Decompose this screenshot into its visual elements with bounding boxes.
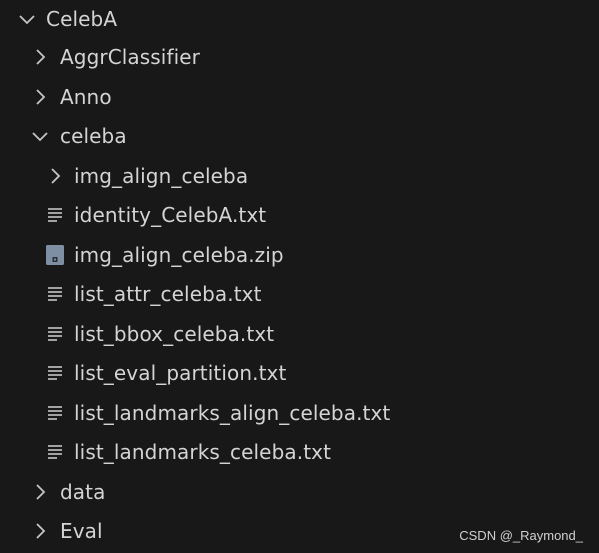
chevron-right-icon[interactable] (30, 521, 50, 541)
tree-item-aggrclassifier[interactable]: AggrClassifier (0, 38, 599, 77)
chevron-right-icon[interactable] (45, 166, 65, 186)
tree-item-img-align-celeba-zip[interactable]: img_align_celeba.zip (0, 236, 599, 275)
tree-item-label: celeba (60, 124, 127, 148)
text-file-icon (46, 324, 66, 344)
tree-item-identity-celeba-txt[interactable]: identity_CelebA.txt (0, 196, 599, 235)
tree-item-img-align-celeba-folder[interactable]: img_align_celeba (0, 157, 599, 196)
zip-file-icon (45, 245, 65, 265)
tree-item-label: Eval (60, 519, 103, 543)
tree-item-label: list_landmarks_celeba.txt (74, 440, 332, 464)
tree-item-list-landmarks-align-celeba-txt[interactable]: list_landmarks_align_celeba.txt (0, 394, 599, 433)
tree-item-label: identity_CelebA.txt (74, 203, 267, 227)
text-file-icon (46, 363, 66, 383)
chevron-down-icon[interactable] (17, 9, 37, 29)
tree-item-list-eval-partition-txt[interactable]: list_eval_partition.txt (0, 354, 599, 393)
tree-item-label: data (60, 480, 106, 504)
tree-item-label: list_bbox_celeba.txt (74, 322, 275, 346)
text-file-icon (46, 205, 66, 225)
tree-item-list-landmarks-celeba-txt[interactable]: list_landmarks_celeba.txt (0, 433, 599, 472)
tree-item-celeba-root[interactable]: CelebA (0, 0, 599, 39)
tree-item-label: list_eval_partition.txt (74, 361, 287, 385)
tree-item-list-attr-celeba-txt[interactable]: list_attr_celeba.txt (0, 275, 599, 314)
tree-item-list-bbox-celeba-txt[interactable]: list_bbox_celeba.txt (0, 315, 599, 354)
chevron-right-icon[interactable] (30, 87, 50, 107)
tree-item-label: CelebA (46, 7, 118, 31)
text-file-icon (46, 403, 66, 423)
chevron-right-icon[interactable] (30, 47, 50, 67)
tree-item-label: Anno (60, 85, 112, 109)
tree-item-data[interactable]: data (0, 473, 599, 512)
tree-item-label: AggrClassifier (60, 45, 200, 69)
tree-item-label: img_align_celeba (74, 164, 249, 188)
file-explorer-tree: CelebA AggrClassifier Anno celeba img_al… (0, 0, 599, 553)
text-file-icon (46, 442, 66, 462)
tree-item-celeba-folder[interactable]: celeba (0, 117, 599, 156)
tree-item-label: list_landmarks_align_celeba.txt (74, 401, 391, 425)
tree-item-label: img_align_celeba.zip (74, 243, 284, 267)
watermark-text: CSDN @_Raymond_ (459, 528, 583, 543)
text-file-icon (46, 284, 66, 304)
chevron-right-icon[interactable] (30, 482, 50, 502)
tree-item-label: list_attr_celeba.txt (74, 282, 262, 306)
chevron-down-icon[interactable] (30, 126, 50, 146)
tree-item-anno[interactable]: Anno (0, 78, 599, 117)
